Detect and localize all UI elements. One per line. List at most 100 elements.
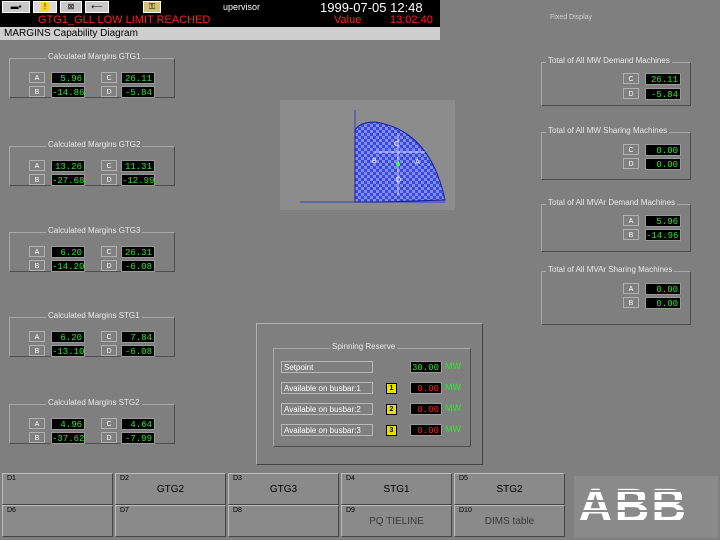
capability-region [354,121,446,203]
printer-icon[interactable]: ▬▪ [2,1,30,13]
spinning-row-unit: MW [445,382,461,392]
margin-c-value: 11.31 [121,160,155,172]
diagram-label-d: D [396,177,402,184]
label-c: C [101,418,117,429]
nav-tile-name: PQ TIELINE [369,516,424,527]
nav-tile-d2[interactable]: D2 GTG2 [115,473,226,505]
label-c: C [101,246,117,257]
arrow-left-icon[interactable]: ⟵ [85,1,109,13]
label-c: C [101,72,117,83]
spinning-row-value: 0.00 [410,382,442,394]
nav-tile-name: DIMS table [484,516,535,527]
mvar-sharing-a-value: 0.00 [645,283,681,295]
label-c: C [623,144,639,155]
margin-c-value: 7.84 [121,331,155,343]
busbar-1-indicator[interactable]: 1 [386,383,397,394]
nav-tile-d5[interactable]: D5 STG2 [454,473,565,505]
spinning-row-label: Available on busbar:3 [281,424,373,436]
nav-tile-d9[interactable]: D9 PQ TIELINE [341,505,452,537]
spinning-row-value: 30.00 [410,361,442,373]
label-a: A [623,283,639,294]
margin-a-value: 4.96 [51,418,85,430]
margin-b-value: -13.10 [51,345,85,357]
mvar-sharing-b-value: 0.00 [645,297,681,309]
alarm-acknowledge-icon[interactable]: ⊠ [60,1,82,13]
diagram-label-c: C [394,141,400,148]
screen-title: MARGINS Capability Diagram [0,27,440,40]
label-a: A [29,72,45,83]
label-b: B [29,174,45,185]
label-b: B [29,260,45,271]
spinning-row-unit: MW [445,361,461,371]
nav-tile-d3[interactable]: D3 GTG3 [228,473,339,505]
capability-diagram-svg [300,110,446,203]
spinning-row-label: Available on busbar:2 [281,403,373,415]
nav-tile-code: D9 [346,507,355,514]
margin-b-value: -14.20 [51,260,85,272]
margin-d-value: -7.99 [121,432,155,444]
margins-panel-title: Calculated Margins GTG1 [46,52,143,61]
margin-a-value: 6.20 [51,331,85,343]
mw-sharing-c-value: 0.00 [645,144,681,156]
margin-d-value: -5.84 [121,86,155,98]
nav-tile-d6[interactable]: D6 [2,505,113,537]
diagram-label-b: B [372,158,377,165]
margin-a-value: 6.20 [51,246,85,258]
margins-panel-title: Calculated Margins STG2 [46,398,142,407]
label-c: C [101,160,117,171]
operating-point-marker [396,162,400,166]
total-mw-sharing-title: Total of All MW Sharing Machines [546,126,670,135]
nav-tile-d1[interactable]: D1 [2,473,113,505]
label-d: D [101,345,117,356]
spinning-row-value: 0.00 [410,403,442,415]
nav-tile-d10[interactable]: D10 DIMS table [454,505,565,537]
total-mvar-sharing-title: Total of All MVAr Sharing Machines [546,265,675,274]
spinning-row-unit: MW [445,424,461,434]
nav-tile-d7[interactable]: D7 [115,505,226,537]
margin-d-value: -12.99 [121,174,155,186]
display-mode-label: Fixed Display [550,14,593,21]
label-a: A [29,160,45,171]
label-d: D [101,86,117,97]
key-icon[interactable]: ⚿ [143,1,161,13]
label-c: C [101,331,117,342]
label-b: B [29,432,45,443]
abb-logo: ABB [574,476,718,538]
nav-tile-d8[interactable]: D8 [228,505,339,537]
spinning-row-label: Setpoint [281,361,373,373]
margin-b-value: -14.86 [51,86,85,98]
label-d: D [101,174,117,185]
alarm-time: 13:02:40 [390,14,433,26]
mvar-demand-a-value: 5.96 [645,215,681,227]
total-mvar-demand-title: Total of All MVAr Demand Machines [546,198,678,207]
nav-tile-name: STG1 [383,484,410,495]
nav-tile-code: D6 [7,507,16,514]
mw-demand-c-value: 26.11 [645,73,681,85]
busbar-3-indicator[interactable]: 3 [386,425,397,436]
nav-tile-code: D3 [233,475,242,482]
logo-stripes [574,490,718,522]
label-d: D [623,88,639,99]
nav-tile-d4[interactable]: D4 STG1 [341,473,452,505]
nav-tile-code: D4 [346,475,355,482]
alarm-message[interactable]: GTG1_GLL LOW LIMIT REACHED [38,14,210,26]
spinning-row-value: 0.00 [410,424,442,436]
label-a: A [29,246,45,257]
margin-b-value: -27.68 [51,174,85,186]
margin-d-value: -6.08 [121,345,155,357]
margins-panel-title: Calculated Margins GTG3 [46,226,143,235]
margin-c-value: 4.64 [121,418,155,430]
spinning-row-unit: MW [445,403,461,413]
margin-a-value: 13.26 [51,160,85,172]
margins-panel-title: Calculated Margins STG1 [46,311,142,320]
label-b: B [29,86,45,97]
label-a: A [29,331,45,342]
total-mvar-demand-panel [541,204,691,252]
alarm-warning-icon[interactable]: ! [33,1,57,13]
margin-d-value: -6.08 [121,260,155,272]
busbar-2-indicator[interactable]: 2 [386,404,397,415]
nav-tile-name: GTG2 [156,484,185,495]
nav-tile-name: GTG3 [269,484,298,495]
label-d: D [623,158,639,169]
label-d: D [101,432,117,443]
